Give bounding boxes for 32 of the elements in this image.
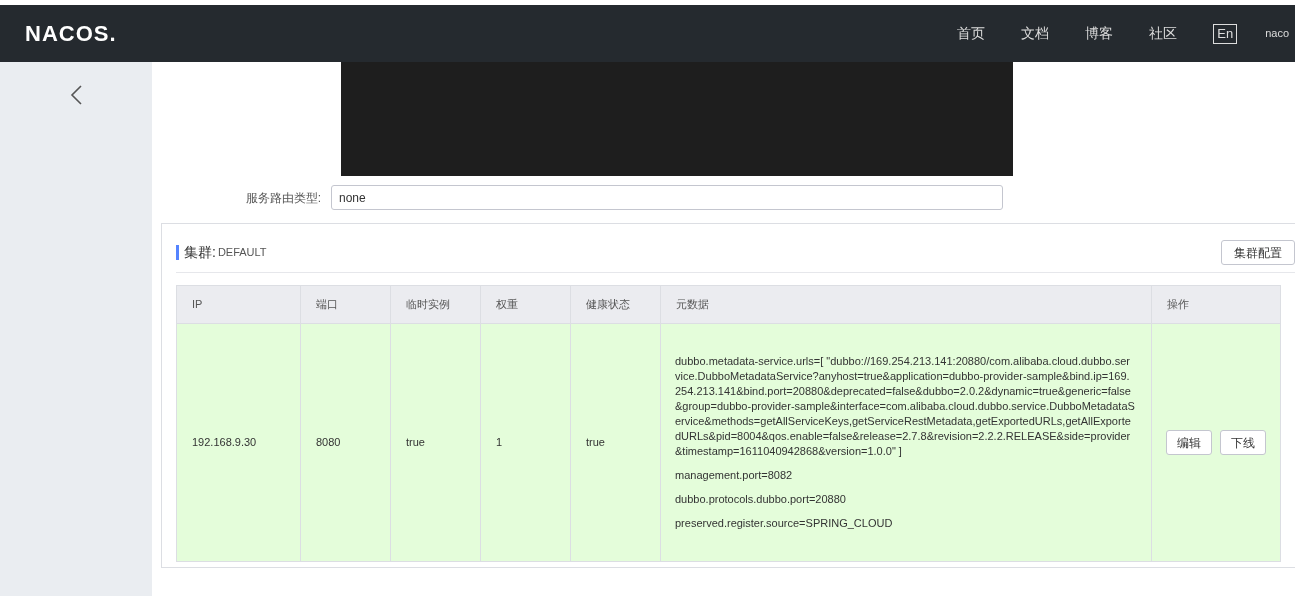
nav-link[interactable]: 博客 xyxy=(1085,23,1114,44)
nav-link[interactable]: 社区 xyxy=(1149,23,1178,44)
metadata-entry: preserved.register.source=SPRING_CLOUD xyxy=(675,516,894,531)
nav-link[interactable]: 首页 xyxy=(957,23,986,44)
metadata-entry: management.port=8082 xyxy=(675,468,794,483)
user-name[interactable]: naco xyxy=(1265,25,1289,42)
cluster-config-button[interactable]: 集群配置 xyxy=(1221,240,1295,265)
column-header: 元数据 xyxy=(660,285,1152,324)
table-cell: true xyxy=(570,323,661,562)
metadata-entry: dubbo.metadata-service.urls=[ "dubbo://169.254.213.141:20880/com.alibaba.cloud.dubbo.service.DubboMetadataService?anyhost=true&application=dubbo-provider-sample&bind.ip=169.254.213.141&bind.port=20880&deprecated=false&dubbo=2.0.2&dynamic=true&generic=false&group=dubbo-provider-sample&interface=com.alibaba.cloud.dubbo.service.DubboMetadataService&methods=getAllServiceKeys,getServiceRestMetadata,getExportedURLs,getAllExportedURLs&pid=8004&qos.enable=false&release=2.7.8&revision=2.2.2.RELEASE&side=provider&timestamp=1611040942868&version=1.0.0" ] xyxy=(675,354,1135,459)
column-header: 临时实例 xyxy=(390,285,481,324)
cluster-title: 集群: xyxy=(184,243,216,262)
metadata-entry: dubbo.protocols.dubbo.port=20880 xyxy=(675,492,847,507)
field-label: 服务路由类型: xyxy=(244,189,322,207)
column-header: IP xyxy=(176,285,301,324)
edit-button[interactable]: 编辑 xyxy=(1166,430,1212,455)
column-header: 健康状态 xyxy=(570,285,661,324)
table-cell: 8080 xyxy=(300,323,391,562)
cluster-name: DEFAULT xyxy=(217,245,267,261)
accent-bar xyxy=(176,245,179,260)
table-cell: 1 xyxy=(480,323,571,562)
column-header: 端口 xyxy=(300,285,391,324)
nav-link[interactable]: 文档 xyxy=(1021,23,1050,44)
table-cell: true xyxy=(390,323,481,562)
table-cell: 192.168.9.30 xyxy=(176,323,301,562)
offline-button[interactable]: 下线 xyxy=(1220,430,1266,455)
column-header: 权重 xyxy=(480,285,571,324)
column-header: 操作 xyxy=(1151,285,1281,324)
language-button[interactable]: En xyxy=(1213,23,1238,44)
back-icon[interactable] xyxy=(69,84,83,106)
logo[interactable]: NACOS. xyxy=(25,17,117,50)
route-type-field[interactable]: none xyxy=(331,185,1003,210)
